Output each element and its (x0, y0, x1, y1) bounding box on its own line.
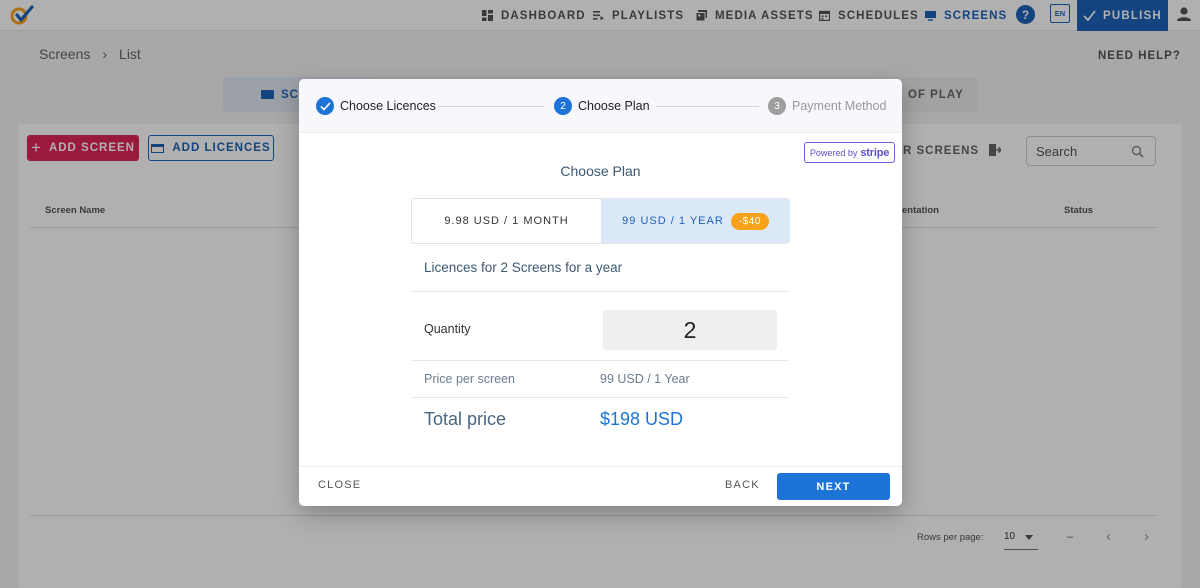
powered-by-stripe-badge[interactable]: Powered by stripe (804, 142, 895, 163)
purchase-licences-dialog: Choose Licences 2 Choose Plan 3 Payment … (299, 79, 902, 506)
divider (411, 397, 789, 398)
quantity-label: Quantity (424, 322, 471, 336)
step-choose-plan: 2 Choose Plan (554, 97, 650, 115)
step-connector (656, 106, 759, 107)
price-per-screen-value: 99 USD / 1 Year (600, 372, 690, 386)
step-2-number: 2 (554, 97, 572, 115)
plan-option-monthly[interactable]: 9.98 USD / 1 MONTH (412, 199, 601, 243)
quantity-input[interactable]: 2 (603, 310, 777, 350)
total-price-label: Total price (424, 409, 507, 429)
step-choose-licences: Choose Licences (316, 97, 436, 115)
plan-option-yearly[interactable]: 99 USD / 1 YEAR -$40 (601, 199, 790, 243)
dialog-title: Choose Plan (560, 163, 641, 179)
stripe-logo: stripe (860, 146, 890, 159)
step-connector (438, 106, 544, 107)
stepper: Choose Licences 2 Choose Plan 3 Payment … (299, 79, 902, 133)
step-3-label: Payment Method (792, 99, 887, 113)
price-per-screen-label: Price per screen (424, 372, 516, 386)
plan-description: Licences for 2 Screens for a year (424, 260, 623, 275)
step-1-label: Choose Licences (340, 99, 436, 113)
stripe-prefix: Powered by (809, 147, 858, 158)
next-button[interactable]: NEXT (777, 473, 890, 500)
step-3-number: 3 (768, 97, 786, 115)
check-circle-icon (316, 97, 334, 115)
plan-monthly-label: 9.98 USD / 1 MONTH (444, 215, 569, 227)
discount-badge: -$40 (730, 212, 769, 230)
step-payment-method: 3 Payment Method (768, 97, 887, 115)
close-button[interactable]: CLOSE (318, 479, 361, 491)
plan-toggle: 9.98 USD / 1 MONTH 99 USD / 1 YEAR -$40 (411, 198, 790, 244)
divider (411, 360, 789, 361)
step-2-label: Choose Plan (578, 99, 650, 113)
divider (411, 291, 789, 292)
back-button[interactable]: BACK (725, 479, 760, 491)
total-price-value: $198 USD (600, 409, 684, 429)
plan-yearly-label: 99 USD / 1 YEAR (622, 215, 724, 227)
